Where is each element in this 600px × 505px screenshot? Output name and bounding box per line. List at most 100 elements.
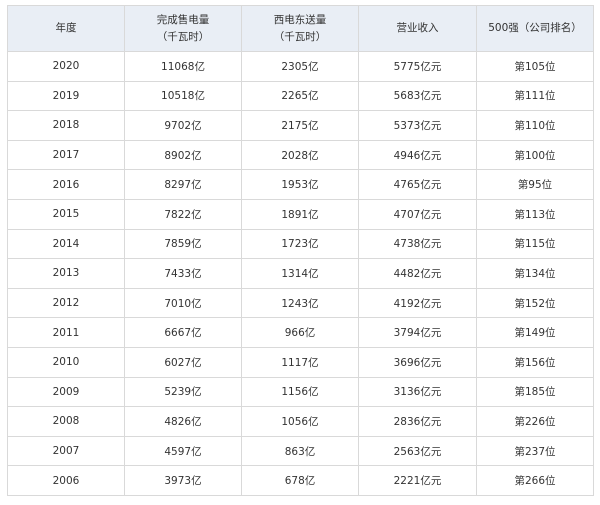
cell-revenue: 4192亿元: [358, 287, 477, 319]
cell-electricity-sales: 9702亿: [124, 110, 242, 141]
cell-fortune500-rank: 第185位: [476, 376, 594, 408]
table-row: 2019 10518亿 2265亿 5683亿元 第111位: [7, 80, 594, 112]
cell-year: 2014: [7, 228, 125, 260]
cell-revenue: 2836亿元: [358, 406, 477, 437]
cell-west-east-transmission: 863亿: [241, 435, 359, 467]
cell-electricity-sales: 5239亿: [124, 376, 242, 408]
header-west-east-transmission-unit: （千瓦时）: [273, 30, 327, 43]
cell-electricity-sales: 7859亿: [124, 228, 242, 260]
cell-year: 2010: [7, 346, 125, 378]
table-row: 2015 7822亿 1891亿 4707亿元 第113位: [7, 198, 594, 230]
cell-west-east-transmission: 2028亿: [241, 139, 359, 171]
cell-west-east-transmission: 2265亿: [241, 80, 359, 112]
cell-revenue: 3136亿元: [358, 376, 477, 408]
cell-west-east-transmission: 1723亿: [241, 228, 359, 260]
cell-revenue: 2221亿元: [358, 465, 477, 496]
cell-west-east-transmission: 1243亿: [241, 287, 359, 319]
table-row: 2018 9702亿 2175亿 5373亿元 第110位: [7, 110, 594, 141]
cell-fortune500-rank: 第100位: [476, 139, 594, 171]
cell-revenue: 3696亿元: [358, 346, 477, 378]
cell-fortune500-rank: 第105位: [476, 51, 594, 82]
cell-revenue: 4482亿元: [358, 258, 477, 289]
cell-electricity-sales: 4826亿: [124, 406, 242, 437]
cell-west-east-transmission: 1314亿: [241, 258, 359, 289]
table-body: 2020 11068亿 2305亿 5775亿元 第105位 2019 10518亿 2265…: [7, 51, 594, 496]
cell-electricity-sales: 4597亿: [124, 435, 242, 467]
cell-year: 2009: [7, 376, 125, 408]
table-row: 2012 7010亿 1243亿 4192亿元 第152位: [7, 287, 594, 319]
cell-electricity-sales: 6027亿: [124, 346, 242, 378]
table-row: 2011 6667亿 966亿 3794亿元 第149位: [7, 317, 594, 348]
cell-west-east-transmission: 1891亿: [241, 198, 359, 230]
header-west-east-transmission-label: 西电东送量: [273, 13, 327, 26]
header-row: 年度 完成售电量 （千瓦时） 西电东送量 （千瓦时） 营业收入 500强（公司排…: [7, 5, 594, 52]
cell-west-east-transmission: 1953亿: [241, 169, 359, 200]
header-revenue: 营业收入: [358, 5, 477, 52]
cell-year: 2017: [7, 139, 125, 171]
table-row: 2008 4826亿 1056亿 2836亿元 第226位: [7, 406, 594, 437]
cell-west-east-transmission: 678亿: [241, 465, 359, 496]
cell-year: 2016: [7, 169, 125, 200]
table-row: 2006 3973亿 678亿 2221亿元 第266位: [7, 465, 594, 496]
cell-west-east-transmission: 966亿: [241, 317, 359, 348]
cell-electricity-sales: 8902亿: [124, 139, 242, 171]
cell-year: 2007: [7, 435, 125, 467]
table-row: 2020 11068亿 2305亿 5775亿元 第105位: [7, 51, 594, 82]
table-row: 2009 5239亿 1156亿 3136亿元 第185位: [7, 376, 594, 408]
header-fortune500-rank-label: 500强（公司排名）: [488, 22, 582, 34]
header-year-label: 年度: [55, 22, 77, 34]
cell-electricity-sales: 7433亿: [124, 258, 242, 289]
cell-year: 2013: [7, 258, 125, 289]
header-electricity-sales: 完成售电量 （千瓦时）: [124, 5, 242, 52]
table-row: 2014 7859亿 1723亿 4738亿元 第115位: [7, 228, 594, 260]
cell-west-east-transmission: 2305亿: [241, 51, 359, 82]
table-row: 2017 8902亿 2028亿 4946亿元 第100位: [7, 139, 594, 171]
cell-fortune500-rank: 第111位: [476, 80, 594, 112]
cell-west-east-transmission: 1156亿: [241, 376, 359, 408]
cell-fortune500-rank: 第156位: [476, 346, 594, 378]
cell-fortune500-rank: 第237位: [476, 435, 594, 467]
cell-year: 2011: [7, 317, 125, 348]
cell-fortune500-rank: 第149位: [476, 317, 594, 348]
cell-electricity-sales: 3973亿: [124, 465, 242, 496]
cell-electricity-sales: 6667亿: [124, 317, 242, 348]
cell-electricity-sales: 7010亿: [124, 287, 242, 319]
cell-year: 2020: [7, 51, 125, 82]
cell-revenue: 5775亿元: [358, 51, 477, 82]
cell-west-east-transmission: 1056亿: [241, 406, 359, 437]
cell-fortune500-rank: 第115位: [476, 228, 594, 260]
cell-revenue: 4738亿元: [358, 228, 477, 260]
table-row: 2016 8297亿 1953亿 4765亿元 第95位: [7, 169, 594, 200]
cell-year: 2006: [7, 465, 125, 496]
cell-revenue: 5373亿元: [358, 110, 477, 141]
table-header: 年度 完成售电量 （千瓦时） 西电东送量 （千瓦时） 营业收入 500强（公司排…: [7, 5, 594, 52]
header-year: 年度: [7, 5, 125, 52]
cell-year: 2008: [7, 406, 125, 437]
cell-electricity-sales: 7822亿: [124, 198, 242, 230]
header-electricity-sales-label: 完成售电量: [156, 13, 210, 26]
cell-west-east-transmission: 1117亿: [241, 346, 359, 378]
cell-year: 2015: [7, 198, 125, 230]
cell-fortune500-rank: 第134位: [476, 258, 594, 289]
header-revenue-label: 营业收入: [396, 22, 439, 34]
cell-fortune500-rank: 第110位: [476, 110, 594, 141]
cell-revenue: 4946亿元: [358, 139, 477, 171]
cell-electricity-sales: 10518亿: [124, 80, 242, 112]
data-table: 年度 完成售电量 （千瓦时） 西电东送量 （千瓦时） 营业收入 500强（公司排…: [7, 5, 594, 496]
cell-revenue: 4765亿元: [358, 169, 477, 200]
table-row: 2013 7433亿 1314亿 4482亿元 第134位: [7, 258, 594, 289]
cell-year: 2012: [7, 287, 125, 319]
cell-year: 2018: [7, 110, 125, 141]
table-row: 2007 4597亿 863亿 2563亿元 第237位: [7, 435, 594, 467]
cell-west-east-transmission: 2175亿: [241, 110, 359, 141]
header-electricity-sales-unit: （千瓦时）: [156, 30, 210, 43]
cell-electricity-sales: 11068亿: [124, 51, 242, 82]
cell-fortune500-rank: 第95位: [476, 169, 594, 200]
cell-fortune500-rank: 第266位: [476, 465, 594, 496]
cell-revenue: 5683亿元: [358, 80, 477, 112]
cell-year: 2019: [7, 80, 125, 112]
cell-electricity-sales: 8297亿: [124, 169, 242, 200]
cell-revenue: 3794亿元: [358, 317, 477, 348]
header-west-east-transmission: 西电东送量 （千瓦时）: [241, 5, 359, 52]
table-row: 2010 6027亿 1117亿 3696亿元 第156位: [7, 346, 594, 378]
